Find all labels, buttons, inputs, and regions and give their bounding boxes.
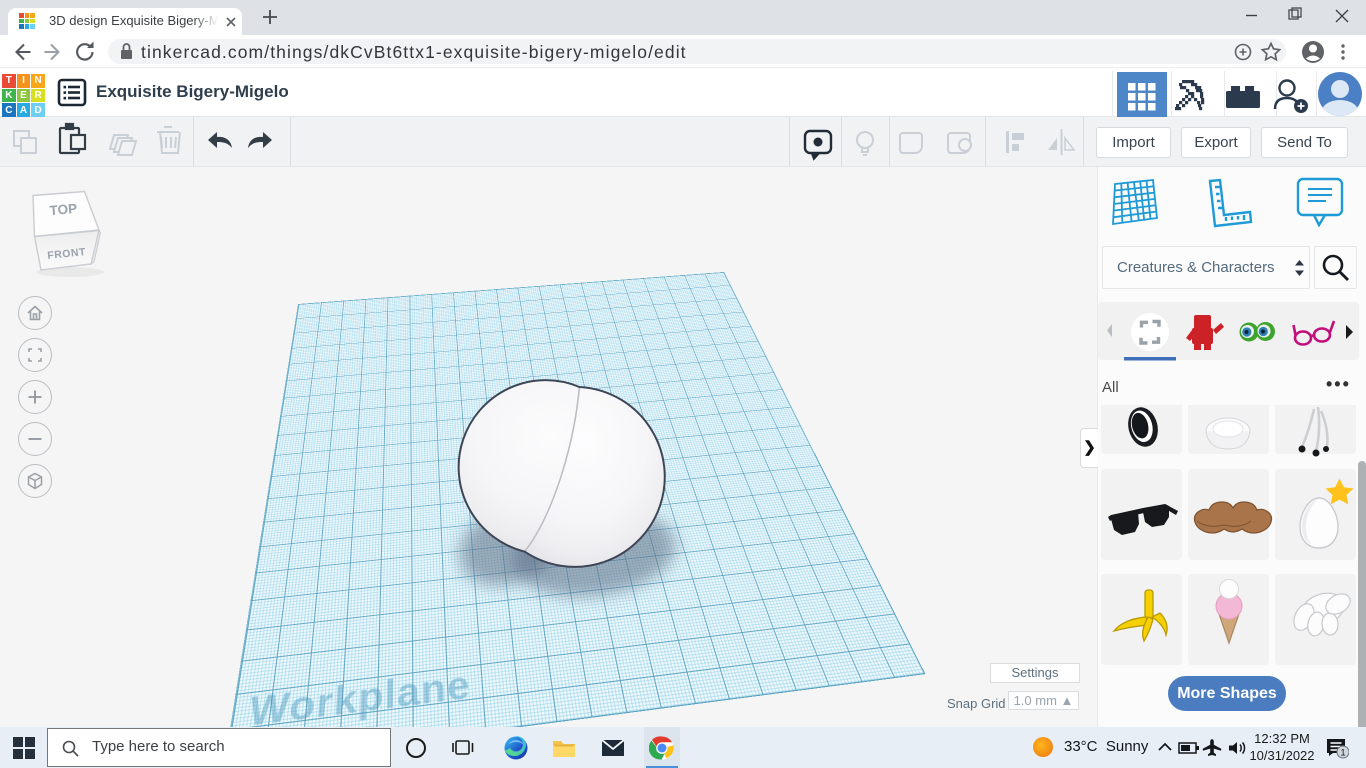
svg-text:TOP: TOP <box>49 201 78 218</box>
svg-text:1: 1 <box>1340 748 1345 758</box>
